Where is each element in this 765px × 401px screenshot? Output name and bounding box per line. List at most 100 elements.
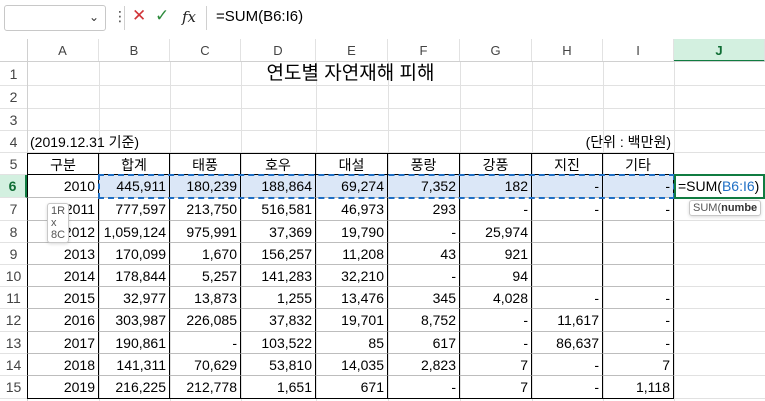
value-cell[interactable]: 5,257 <box>170 265 241 287</box>
row-header-14[interactable]: 14 <box>0 354 27 376</box>
column-header-j[interactable]: J <box>674 39 765 62</box>
value-cell[interactable]: 1,670 <box>170 243 241 265</box>
value-cell[interactable] <box>532 221 603 243</box>
column-header-a[interactable]: A <box>27 39 99 62</box>
column-header-d[interactable]: D <box>241 39 316 62</box>
value-cell[interactable]: 975,991 <box>170 221 241 243</box>
value-cell[interactable]: 1,118 <box>603 376 674 399</box>
value-cell[interactable]: 32,977 <box>99 287 170 309</box>
value-cell[interactable]: 14,035 <box>316 354 388 376</box>
table-header-cell[interactable]: 풍랑 <box>388 153 460 175</box>
function-argument-tooltip[interactable]: SUM(numbe <box>689 200 762 216</box>
unit-note[interactable]: (단위 : 백만원) <box>460 131 674 153</box>
value-cell[interactable] <box>603 265 674 287</box>
value-cell[interactable]: 190,861 <box>99 332 170 354</box>
table-header-cell[interactable]: 구분 <box>27 153 99 175</box>
column-header-g[interactable]: G <box>460 39 532 62</box>
value-cell[interactable]: 19,790 <box>316 221 388 243</box>
formula-input[interactable]: =SUM(B6:I6) <box>216 8 303 25</box>
row-header-5[interactable]: 5 <box>0 153 27 175</box>
value-cell[interactable]: 178,844 <box>99 265 170 287</box>
value-cell[interactable]: 345 <box>388 287 460 309</box>
value-cell[interactable]: 103,522 <box>241 332 316 354</box>
value-cell[interactable]: 25,974 <box>460 221 532 243</box>
value-cell[interactable] <box>603 243 674 265</box>
cancel-icon[interactable]: ✕ <box>132 6 146 26</box>
table-header-cell[interactable]: 강풍 <box>460 153 532 175</box>
value-cell[interactable]: 226,085 <box>170 309 241 332</box>
value-cell[interactable]: 216,225 <box>99 376 170 399</box>
row-header-2[interactable]: 2 <box>0 86 27 109</box>
value-cell[interactable]: 141,283 <box>241 265 316 287</box>
value-cell[interactable]: - <box>603 287 674 309</box>
value-cell[interactable]: 8,752 <box>388 309 460 332</box>
value-cell[interactable]: 303,987 <box>99 309 170 332</box>
column-header-b[interactable]: B <box>99 39 170 62</box>
column-header-h[interactable]: H <box>532 39 603 62</box>
row-header-13[interactable]: 13 <box>0 332 27 354</box>
value-cell[interactable]: 1,651 <box>241 376 316 399</box>
insert-function-icon[interactable]: fx <box>182 8 196 26</box>
column-header-e[interactable]: E <box>316 39 388 62</box>
value-cell[interactable]: 1,059,124 <box>99 221 170 243</box>
value-cell[interactable]: - <box>460 332 532 354</box>
value-cell[interactable]: 156,257 <box>241 243 316 265</box>
chevron-down-icon[interactable]: ⌄ <box>89 10 99 24</box>
value-cell[interactable]: 19,701 <box>316 309 388 332</box>
value-cell[interactable]: - <box>170 332 241 354</box>
value-cell[interactable]: 86,637 <box>532 332 603 354</box>
year-cell[interactable]: 2014 <box>27 265 99 287</box>
value-cell[interactable]: 53,810 <box>241 354 316 376</box>
value-cell[interactable]: 94 <box>460 265 532 287</box>
value-cell[interactable]: 37,832 <box>241 309 316 332</box>
value-cell[interactable]: 7 <box>603 354 674 376</box>
column-header-f[interactable]: F <box>388 39 460 62</box>
row-header-11[interactable]: 11 <box>0 287 27 309</box>
row-header-15[interactable]: 15 <box>0 376 27 399</box>
value-cell[interactable]: - <box>460 198 532 221</box>
year-cell[interactable]: 2019 <box>27 376 99 399</box>
value-cell[interactable]: - <box>603 332 674 354</box>
value-cell[interactable]: 11,208 <box>316 243 388 265</box>
value-cell[interactable]: 85 <box>316 332 388 354</box>
year-cell[interactable]: 2015 <box>27 287 99 309</box>
enter-check-icon[interactable]: ✓ <box>155 6 169 26</box>
name-box[interactable]: ⌄ <box>4 5 106 31</box>
row-header-1[interactable]: 1 <box>0 62 27 86</box>
value-cell[interactable]: 11,617 <box>532 309 603 332</box>
value-cell[interactable]: - <box>532 354 603 376</box>
value-cell[interactable]: - <box>388 376 460 399</box>
table-header-cell[interactable]: 대설 <box>316 153 388 175</box>
value-cell[interactable]: 293 <box>388 198 460 221</box>
row-header-6[interactable]: 6 <box>0 175 27 198</box>
value-cell[interactable]: 777,597 <box>99 198 170 221</box>
row-header-10[interactable]: 10 <box>0 265 27 287</box>
row-header-4[interactable]: 4 <box>0 131 27 153</box>
value-cell[interactable]: - <box>603 309 674 332</box>
year-cell[interactable]: 2018 <box>27 354 99 376</box>
sheet-title[interactable]: 연도별 자연재해 피해 <box>27 62 674 86</box>
value-cell[interactable]: - <box>603 198 674 221</box>
row-header-9[interactable]: 9 <box>0 243 27 265</box>
year-cell[interactable]: 2016 <box>27 309 99 332</box>
value-cell[interactable]: 141,311 <box>99 354 170 376</box>
table-header-cell[interactable]: 기타 <box>603 153 674 175</box>
row-header-8[interactable]: 8 <box>0 221 27 243</box>
value-cell[interactable]: 13,476 <box>316 287 388 309</box>
value-cell[interactable]: 4,028 <box>460 287 532 309</box>
value-cell[interactable]: 37,369 <box>241 221 316 243</box>
value-cell[interactable]: 7 <box>460 354 532 376</box>
column-header-i[interactable]: I <box>603 39 674 62</box>
active-cell-j6[interactable]: =SUM(B6:I6) <box>674 174 765 199</box>
table-header-cell[interactable]: 태풍 <box>170 153 241 175</box>
year-cell[interactable]: 2017 <box>27 332 99 354</box>
value-cell[interactable]: 32,210 <box>316 265 388 287</box>
value-cell[interactable] <box>603 221 674 243</box>
value-cell[interactable]: 170,099 <box>99 243 170 265</box>
value-cell[interactable]: - <box>532 376 603 399</box>
value-cell[interactable]: - <box>388 265 460 287</box>
year-cell[interactable]: 2013 <box>27 243 99 265</box>
row-header-3[interactable]: 3 <box>0 109 27 131</box>
value-cell[interactable]: 46,973 <box>316 198 388 221</box>
value-cell[interactable]: 13,873 <box>170 287 241 309</box>
